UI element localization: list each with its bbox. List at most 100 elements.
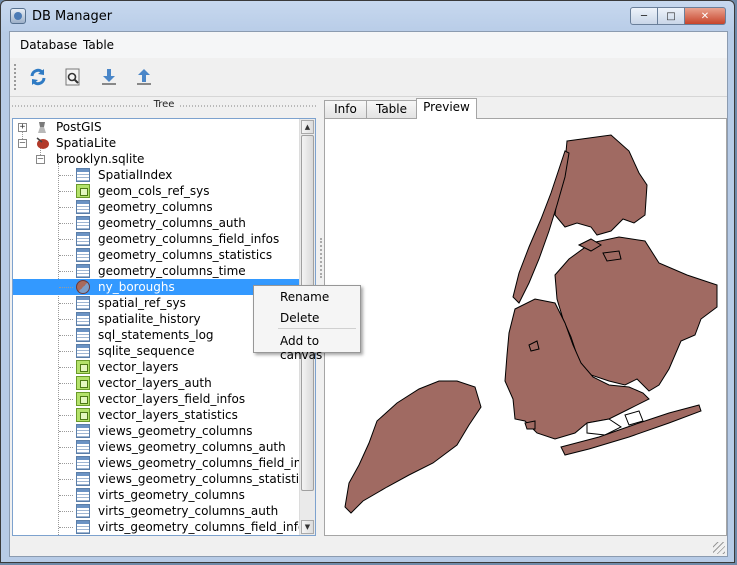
menu-table[interactable]: Table <box>83 38 114 52</box>
tree-line <box>59 191 73 192</box>
tab-info[interactable]: Info <box>324 100 367 118</box>
map-island <box>602 250 622 262</box>
import-layer-icon <box>102 69 116 85</box>
table-icon <box>76 424 90 438</box>
tree-line <box>59 303 73 304</box>
geometry-table-icon <box>76 184 90 198</box>
tree-line <box>59 511 73 512</box>
tree-item-label: brooklyn.sqlite <box>56 152 145 166</box>
tree-line <box>59 255 73 256</box>
geometry-table-icon <box>76 392 90 406</box>
tree-item-table[interactable]: virts_geometry_columns_auth <box>13 503 301 519</box>
tree-item-table[interactable]: SpatialIndex <box>13 167 301 183</box>
tree-item-table[interactable]: vector_layers_field_infos <box>13 391 301 407</box>
import-layer-button[interactable] <box>98 66 120 88</box>
table-icon <box>76 504 90 518</box>
tree-item-table[interactable]: views_geometry_columns_statistics <box>13 471 312 487</box>
db-manager-window: DB Manager ─ □ ✕ Database Table Tree + P… <box>0 0 735 563</box>
tree-item-table[interactable]: geometry_columns_time <box>13 263 301 279</box>
geometry-table-icon <box>76 376 90 390</box>
scroll-down-icon[interactable]: ▼ <box>301 520 314 534</box>
tree-line <box>59 271 73 272</box>
table-icon <box>76 328 90 342</box>
tree-item-database[interactable]: – brooklyn.sqlite <box>13 151 301 167</box>
tree-item-label: geometry_columns_field_infos <box>98 232 280 246</box>
tree-item-label: geometry_columns_auth <box>98 216 246 230</box>
tree-line <box>59 431 73 432</box>
tree-item-table[interactable]: vector_layers <box>13 359 301 375</box>
tree-dock-title: Tree <box>149 99 179 110</box>
tree-item-table[interactable]: virts_geometry_columns <box>13 487 301 503</box>
refresh-button[interactable] <box>27 66 49 88</box>
table-icon <box>76 264 90 278</box>
tree-item-table[interactable]: views_geometry_columns_auth <box>13 439 301 455</box>
menu-database[interactable]: Database <box>20 38 77 52</box>
tree-item-table[interactable]: geometry_columns_statistics <box>13 247 301 263</box>
postgis-icon <box>38 122 46 133</box>
tree-item-table[interactable]: views_geometry_columns_field_infos <box>13 455 315 471</box>
tree-line <box>59 175 73 176</box>
tree-line <box>59 335 73 336</box>
table-icon <box>76 344 90 358</box>
tree-item-label: vector_layers_field_infos <box>98 392 246 406</box>
context-rename[interactable]: Rename <box>280 290 329 304</box>
table-icon <box>76 488 90 502</box>
context-add-to-canvas[interactable]: Add to canvas <box>280 334 360 362</box>
tree-item-label: views_geometry_columns_auth <box>98 440 286 454</box>
table-icon <box>76 248 90 262</box>
table-icon <box>76 520 90 534</box>
tab-preview[interactable]: Preview <box>416 98 477 119</box>
tree-line <box>59 383 73 384</box>
tab-table[interactable]: Table <box>366 100 417 118</box>
tree-line <box>59 239 73 240</box>
tree-item-label: spatial_ref_sys <box>98 296 186 310</box>
tree-item-table[interactable]: vector_layers_statistics <box>13 407 301 423</box>
tree-item-label: PostGIS <box>56 120 102 134</box>
tree-item-label: geometry_columns_time <box>98 264 246 278</box>
tree-item-postgis[interactable]: + PostGIS <box>13 119 301 135</box>
db-manager-icon <box>10 8 26 24</box>
tree-item-label: views_geometry_columns <box>98 424 253 438</box>
toolbar-grip[interactable] <box>14 64 19 90</box>
expand-icon[interactable]: + <box>18 123 27 132</box>
tree-item-table[interactable]: vector_layers_auth <box>13 375 301 391</box>
scroll-up-icon[interactable]: ▲ <box>301 120 314 134</box>
window-controls: ─ □ ✕ <box>630 7 726 25</box>
tree-item-spatialite[interactable]: – SpatiaLite <box>13 135 301 151</box>
export-layer-button[interactable] <box>133 66 155 88</box>
resize-grip-icon[interactable] <box>713 542 725 554</box>
tree-line <box>59 351 73 352</box>
sql-window-button[interactable] <box>62 66 84 88</box>
tree-item-table[interactable]: geometry_columns_field_infos <box>13 231 301 247</box>
tree-dock-header[interactable]: Tree <box>12 99 316 113</box>
tree-line <box>59 319 73 320</box>
tree-item-label: views_geometry_columns_field_infos <box>98 456 316 470</box>
spatialite-icon <box>36 137 49 149</box>
title-bar[interactable]: DB Manager ─ □ ✕ <box>1 1 734 31</box>
map-bronx <box>554 134 648 236</box>
maximize-button[interactable]: □ <box>657 7 685 25</box>
map-preview[interactable] <box>329 123 722 531</box>
table-icon <box>76 232 90 246</box>
collapse-icon[interactable]: – <box>36 155 45 164</box>
close-button[interactable]: ✕ <box>684 7 726 25</box>
export-layer-icon <box>137 69 151 85</box>
tree-item-label: geometry_columns <box>98 200 213 214</box>
tree-item-table[interactable]: virts_geometry_columns_field_infos <box>13 519 312 535</box>
tree-item-label: SpatiaLite <box>56 136 117 150</box>
tree-item-table[interactable]: geometry_columns <box>13 199 301 215</box>
tree-line <box>59 415 73 416</box>
status-bar <box>10 538 727 556</box>
tree-item-table[interactable]: geometry_columns_auth <box>13 215 301 231</box>
collapse-icon[interactable]: – <box>18 139 27 148</box>
tree-item-label: spatialite_history <box>98 312 201 326</box>
minimize-button[interactable]: ─ <box>630 7 658 25</box>
refresh-icon <box>30 68 46 86</box>
context-delete[interactable]: Delete <box>280 311 319 325</box>
tree-line <box>59 479 73 480</box>
tree-item-table[interactable]: geom_cols_ref_sys <box>13 183 301 199</box>
table-icon <box>76 312 90 326</box>
tree-item-table[interactable]: views_geometry_columns <box>13 423 301 439</box>
window-title: DB Manager <box>32 9 113 24</box>
tree-line <box>59 527 73 528</box>
